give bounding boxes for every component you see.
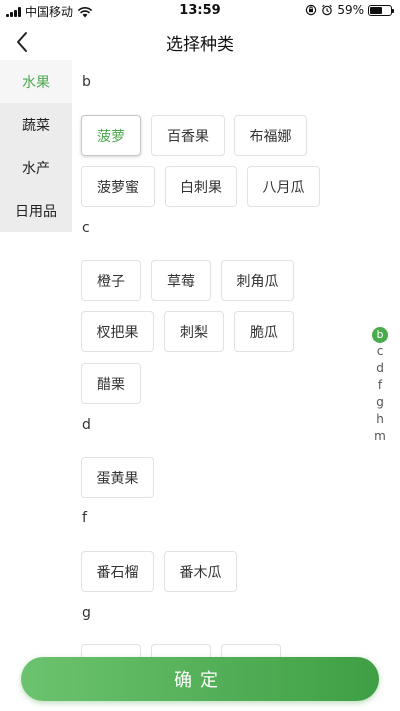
- item-chip[interactable]: 橙子: [81, 260, 141, 301]
- alarm-icon: [322, 4, 333, 16]
- category-seafood[interactable]: 水产: [0, 146, 72, 189]
- index-letter-d[interactable]: d: [370, 360, 390, 377]
- battery-icon: [368, 4, 394, 16]
- index-letter-c[interactable]: c: [370, 343, 390, 360]
- category-fruit[interactable]: 水果: [0, 60, 72, 103]
- item-chip[interactable]: 草莓: [151, 260, 211, 301]
- category-sidebar: 水果 蔬菜 水产 日用品: [0, 60, 72, 232]
- item-chip[interactable]: 番木瓜: [164, 551, 237, 592]
- group-letter-f: f: [82, 510, 87, 526]
- index-letter-g[interactable]: g: [370, 394, 390, 411]
- item-chip[interactable]: 番石榴: [81, 551, 154, 592]
- alphabet-index[interactable]: b c d f g h m: [370, 326, 390, 445]
- item-chip[interactable]: 菠萝: [81, 115, 141, 156]
- index-letter-h[interactable]: h: [370, 411, 390, 428]
- item-chip[interactable]: 布福娜: [234, 115, 307, 156]
- status-right: 59%: [305, 3, 394, 17]
- lock-rotation-icon: [306, 4, 317, 16]
- item-chip[interactable]: 八月瓜: [247, 166, 320, 207]
- group-letter-d: d: [82, 417, 91, 433]
- index-letter-f[interactable]: f: [370, 377, 390, 394]
- item-chip[interactable]: 菠萝蜜: [81, 166, 155, 207]
- item-chip[interactable]: 刺角瓜: [221, 260, 294, 301]
- confirm-button[interactable]: 确定: [21, 657, 379, 701]
- item-chip[interactable]: 白刺果: [165, 166, 237, 207]
- status-bar: 中国移动 13:59 59%: [0, 0, 400, 22]
- group-letter-c: c: [82, 220, 90, 236]
- category-daily-goods[interactable]: 日用品: [0, 189, 72, 232]
- item-chip[interactable]: 百香果: [151, 115, 225, 156]
- group-letter-g: g: [82, 605, 91, 621]
- category-vegetable[interactable]: 蔬菜: [0, 103, 72, 146]
- index-letter-m[interactable]: m: [370, 428, 390, 445]
- item-chip[interactable]: 刺梨: [164, 311, 224, 352]
- item-chip[interactable]: 脆瓜: [234, 311, 294, 352]
- page-title: 选择种类: [166, 35, 234, 55]
- item-chip[interactable]: 醋栗: [81, 363, 141, 404]
- group-letter-b: b: [82, 74, 91, 90]
- nav-bar: 选择种类: [0, 22, 400, 60]
- index-letter-b[interactable]: b: [370, 326, 390, 343]
- item-chip[interactable]: 蛋黄果: [81, 457, 154, 498]
- item-chip[interactable]: 杈把果: [81, 311, 154, 352]
- battery-percent: 59%: [337, 3, 364, 17]
- product-list[interactable]: b 菠萝 百香果 布福娜 菠萝蜜 白刺果 八月瓜 c 橙子 草莓 刺角瓜 杈把果…: [72, 60, 372, 660]
